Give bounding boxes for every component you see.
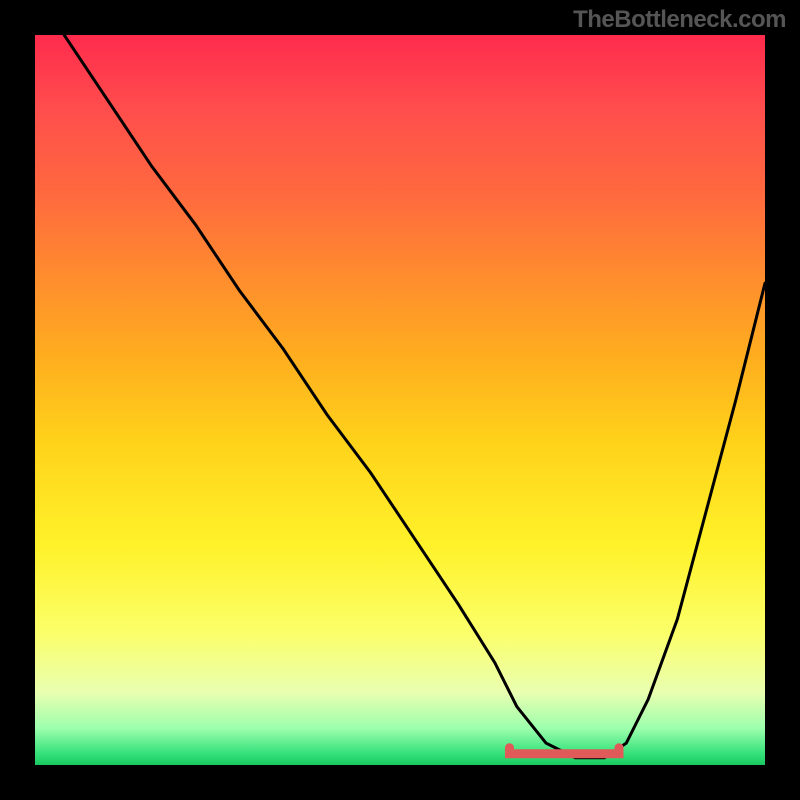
chart-container: TheBottleneck.com [0,0,800,800]
optimal-range-marker [35,35,765,765]
plot-frame [35,35,765,765]
watermark-text: TheBottleneck.com [573,6,786,34]
